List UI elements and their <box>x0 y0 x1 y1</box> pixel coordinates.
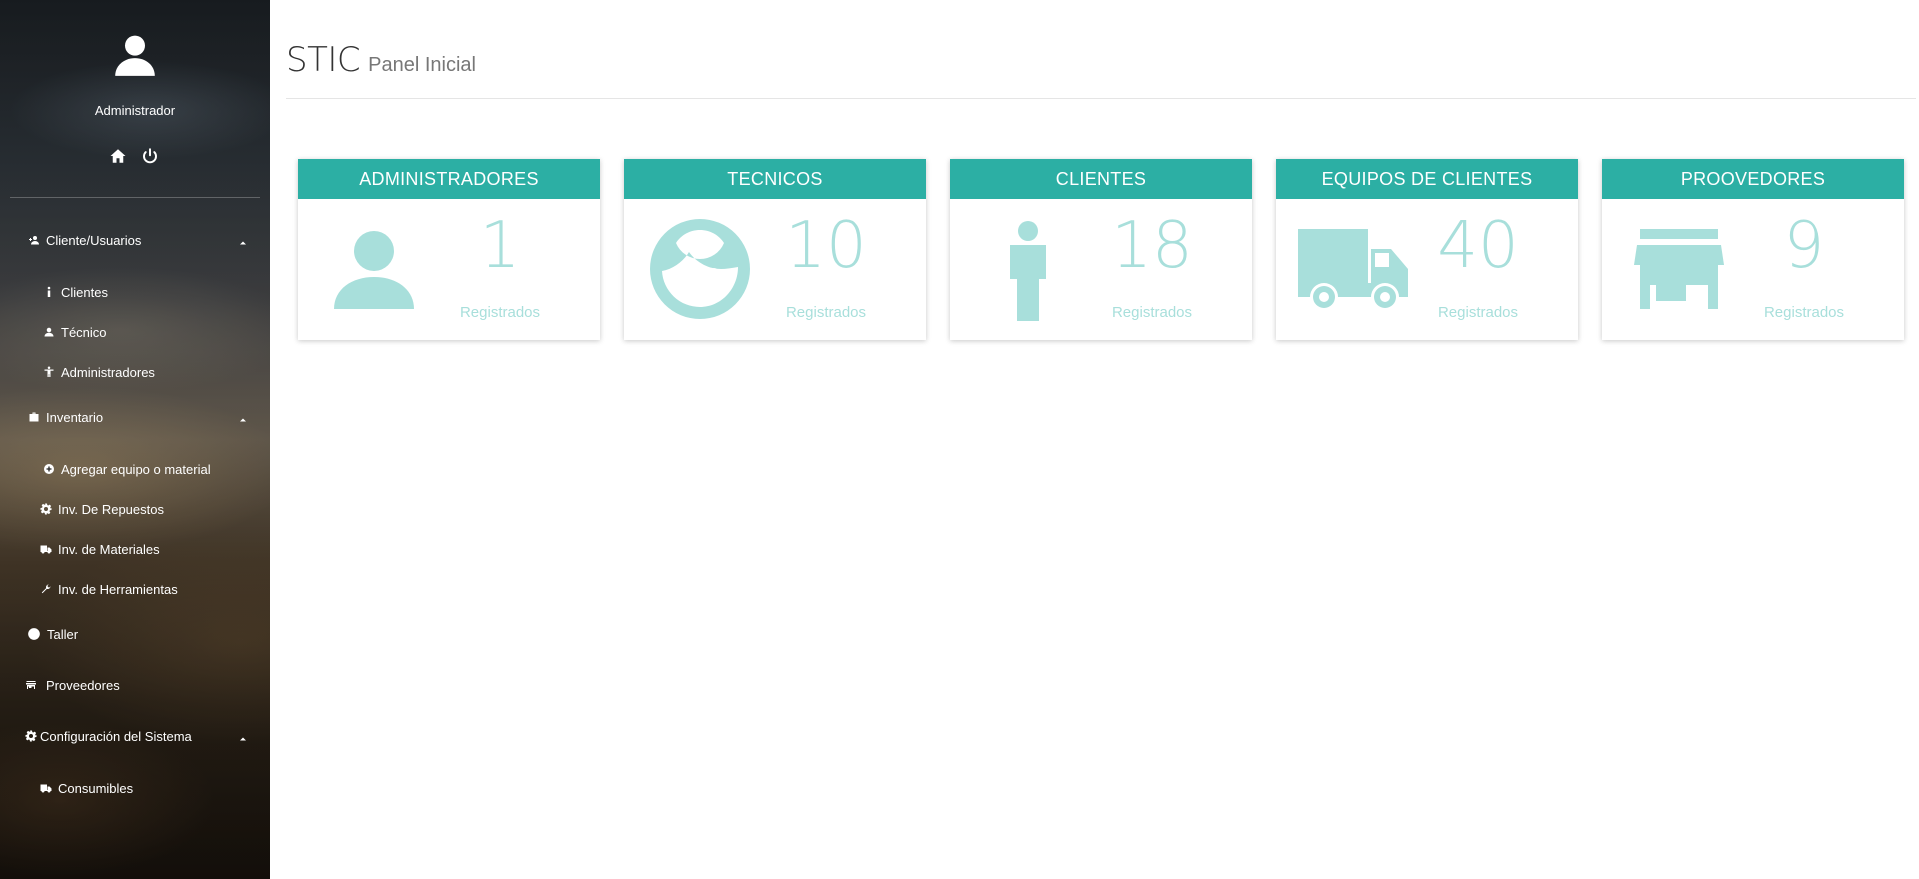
sidebar-item-label: Técnico <box>61 324 107 340</box>
card-title: CLIENTES <box>950 159 1252 199</box>
card-proovedores[interactable]: PROOVEDORES 9 Registrados <box>1602 159 1904 340</box>
chevron-up-icon[interactable] <box>238 731 248 741</box>
sidebar-item-label: Taller <box>47 626 79 642</box>
chevron-up-icon[interactable] <box>238 412 248 422</box>
sidebar-item-label: Inv. De Repuestos <box>58 501 164 517</box>
store-icon <box>24 678 38 692</box>
sidebar-item-label: Proveedores <box>46 677 120 693</box>
user-plus-icon <box>27 233 41 247</box>
card-administradores[interactable]: ADMINISTRADORES 1 Registrados <box>298 159 600 340</box>
card-label: Registrados <box>1763 304 1845 321</box>
title-divider <box>286 98 1916 99</box>
sidebar-item-label: Clientes <box>61 284 108 300</box>
card-title: EQUIPOS DE CLIENTES <box>1276 159 1578 199</box>
sidebar-item-label: Agregar equipo o material <box>61 461 211 477</box>
sidebar-item-agregar-equipo[interactable]: Agregar equipo o material <box>42 459 211 479</box>
sidebar-item-inventario[interactable]: Inventario <box>27 407 103 427</box>
store-icon <box>1634 229 1724 309</box>
sidebar-item-cliente-usuarios[interactable]: Cliente/Usuarios <box>27 230 141 250</box>
gear-icon <box>24 729 38 743</box>
sidebar-item-label: Consumibles <box>58 780 134 796</box>
face-icon <box>650 219 750 319</box>
card-equipos-clientes[interactable]: EQUIPOS DE CLIENTES 40 Registrados <box>1276 159 1578 340</box>
card-count: 1 <box>479 209 521 283</box>
sidebar-item-label: Inv. de Herramientas <box>58 581 178 597</box>
power-icon[interactable] <box>141 147 159 165</box>
sidebar-item-inv-herramientas[interactable]: Inv. de Herramientas <box>39 579 178 599</box>
page-subtitle: Panel Inicial <box>368 54 476 76</box>
card-label: Registrados <box>1111 304 1193 321</box>
card-tecnicos[interactable]: TECNICOS 10 Registrados <box>624 159 926 340</box>
card-title: ADMINISTRADORES <box>298 159 600 199</box>
user-avatar-icon <box>110 30 160 80</box>
sidebar-item-proveedores[interactable]: Proveedores <box>24 675 120 695</box>
gear-icon <box>39 502 53 516</box>
card-count: 18 <box>1111 209 1193 283</box>
truck-icon <box>39 542 53 556</box>
sidebar-item-consumibles[interactable]: Consumibles <box>39 778 133 798</box>
briefcase-icon <box>27 410 41 424</box>
sidebar-item-administradores[interactable]: Administradores <box>42 362 155 382</box>
person-icon <box>42 325 56 339</box>
sidebar-item-clientes[interactable]: Clientes <box>42 282 108 302</box>
app-title: STIC <box>286 40 361 80</box>
card-count: 9 <box>1783 209 1825 283</box>
sidebar-item-inv-repuestos[interactable]: Inv. De Repuestos <box>39 499 164 519</box>
sidebar-item-label: Inventario <box>46 409 104 425</box>
card-count: 40 <box>1437 209 1519 283</box>
sidebar-item-label: Administradores <box>61 364 155 380</box>
standing-person-icon <box>1008 221 1048 321</box>
person-icon <box>334 229 414 309</box>
plus-circle-icon <box>42 462 56 476</box>
profile-actions <box>109 147 159 165</box>
card-label: Registrados <box>785 304 867 321</box>
sidebar: Administrador Cliente/Usuarios Clientes <box>0 0 270 879</box>
home-icon[interactable] <box>109 147 127 165</box>
sidebar-item-taller[interactable]: Taller <box>26 624 78 644</box>
cog-outline-icon <box>26 626 42 642</box>
sidebar-item-label: Configuración del Sistema <box>40 728 192 744</box>
card-title: TECNICOS <box>624 159 926 199</box>
sidebar-item-configuracion[interactable]: Configuración del Sistema <box>24 726 192 746</box>
sidebar-item-label: Cliente/Usuarios <box>46 232 142 248</box>
truck-icon <box>1298 229 1408 309</box>
card-title: PROOVEDORES <box>1602 159 1904 199</box>
card-count: 10 <box>785 209 867 283</box>
info-icon <box>42 285 56 299</box>
card-clientes[interactable]: CLIENTES 18 Registrados <box>950 159 1252 340</box>
wrench-icon <box>39 582 53 596</box>
sidebar-item-label: Inv. de Materiales <box>58 541 160 557</box>
sidebar-item-tecnico[interactable]: Técnico <box>42 322 107 342</box>
card-label: Registrados <box>459 304 541 321</box>
sidebar-item-inv-materiales[interactable]: Inv. de Materiales <box>39 539 160 559</box>
chevron-up-icon[interactable] <box>238 235 248 245</box>
page-title: STIC Panel Inicial <box>286 40 476 80</box>
user-name: Administrador <box>94 103 176 118</box>
accessibility-icon <box>42 365 56 379</box>
sidebar-divider <box>10 197 260 198</box>
truck-icon <box>39 781 53 795</box>
card-label: Registrados <box>1437 304 1519 321</box>
